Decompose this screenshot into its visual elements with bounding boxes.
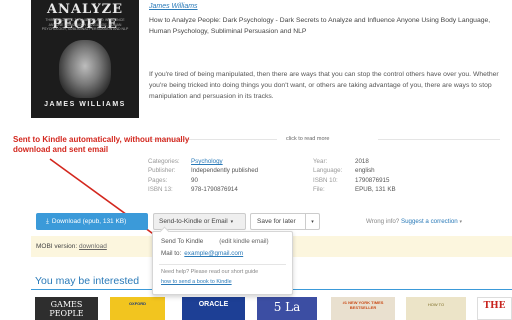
edit-kindle-email-link[interactable]: (edit kindle email) <box>219 238 268 245</box>
save-for-later-button[interactable]: Save for later <box>250 213 306 230</box>
send-to-kindle-label: Send-to-Kindle or Email <box>159 218 228 225</box>
chevron-down-icon: ▾ <box>230 218 234 225</box>
detail-row-isbn13: ISBN 13: 978-1790876914 <box>148 185 238 193</box>
divider <box>378 139 500 140</box>
detail-row-language: Language: english <box>313 167 375 175</box>
mobi-download-link[interactable]: download <box>79 243 107 250</box>
send-to-kindle-option[interactable]: Send To Kindle <box>161 238 203 245</box>
author-link[interactable]: James Williams <box>149 3 198 10</box>
annotation-text: Sent to Kindle automatically, without ma… <box>13 135 190 154</box>
detail-row-publisher: Publisher: Independently published <box>148 167 259 175</box>
chevron-down-icon: ▾ <box>311 218 314 225</box>
detail-row-categories: Categories: Psychology <box>148 157 223 166</box>
book-cover[interactable]: ANALYZE PEOPLE THINK SECRETS TO ANALYZE … <box>31 0 139 118</box>
book-details-right: Year: 2018 Language: english ISBN 10: 17908… <box>313 157 396 194</box>
send-to-kindle-dropdown: Send To Kindle (edit kindle email) Mail t… <box>152 226 293 295</box>
category-link[interactable]: Psychology <box>191 157 223 166</box>
cover-portrait <box>59 40 111 98</box>
book-details-left: Categories: Psychology Publisher: Independ… <box>148 157 258 194</box>
recommended-book[interactable]: ORACLE <box>182 297 245 320</box>
read-more-link[interactable]: click to read more <box>286 136 329 142</box>
dropdown-divider <box>159 264 286 265</box>
download-label: Download (epub, 131 KB) <box>51 218 127 225</box>
recommended-book[interactable]: OXFORD <box>110 297 165 320</box>
wrong-info-label: Wrong info? <box>366 218 400 225</box>
cover-subtitle: THINK SECRETS TO ANALYZE AND INFLUENCE A… <box>41 18 129 31</box>
detail-row-pages: Pages: 90 <box>148 176 198 184</box>
wrong-info: Wrong info? Suggest a correction ▾ <box>366 218 462 225</box>
mail-to-address[interactable]: example@gmail.com <box>184 250 243 257</box>
kindle-guide-link[interactable]: how to send a book to Kindle <box>161 279 232 285</box>
book-title: How to Analyze People: Dark Psychology -… <box>149 17 491 35</box>
book-description: If you're tired of being manipulated, th… <box>149 71 499 100</box>
recommended-book[interactable]: HOW TO <box>406 297 466 320</box>
download-button[interactable]: ⤓ Download (epub, 131 KB) <box>36 213 148 230</box>
download-icon: ⤓ <box>46 217 49 225</box>
detail-row-file: File: EPUB, 131 KB <box>313 185 396 193</box>
mobi-label: MOBI version: <box>36 243 78 250</box>
menu-item-mail-to[interactable]: Mail to: example@gmail.com <box>161 250 243 257</box>
recommended-book[interactable]: GAMES PEOPLE <box>35 297 98 320</box>
recommended-book[interactable]: THE <box>477 297 512 320</box>
cover-author: JAMES WILLIAMS <box>44 101 126 108</box>
detail-row-isbn10: ISBN 10: 1790876915 <box>313 176 390 184</box>
mobi-version: MOBI version: download <box>36 243 107 250</box>
chevron-down-icon: ▾ <box>459 219 462 225</box>
menu-item-send-to-kindle[interactable]: Send To Kindle (edit kindle email) <box>161 238 269 245</box>
help-text: Need help? Please read our short guide <box>161 269 259 275</box>
mail-to-label: Mail to: <box>161 250 182 257</box>
suggest-correction-link[interactable]: Suggest a correction <box>401 218 458 225</box>
recommended-book[interactable]: 5 La <box>257 297 317 320</box>
recommended-book[interactable]: #1 NEW YORK TIMES BESTSELLER <box>331 297 395 320</box>
send-to-kindle-button[interactable]: Send-to-Kindle or Email ▾ <box>153 213 246 230</box>
save-options-toggle[interactable]: ▾ <box>306 213 320 230</box>
detail-row-year: Year: 2018 <box>313 158 369 165</box>
section-heading: You may be interested <box>35 275 140 287</box>
